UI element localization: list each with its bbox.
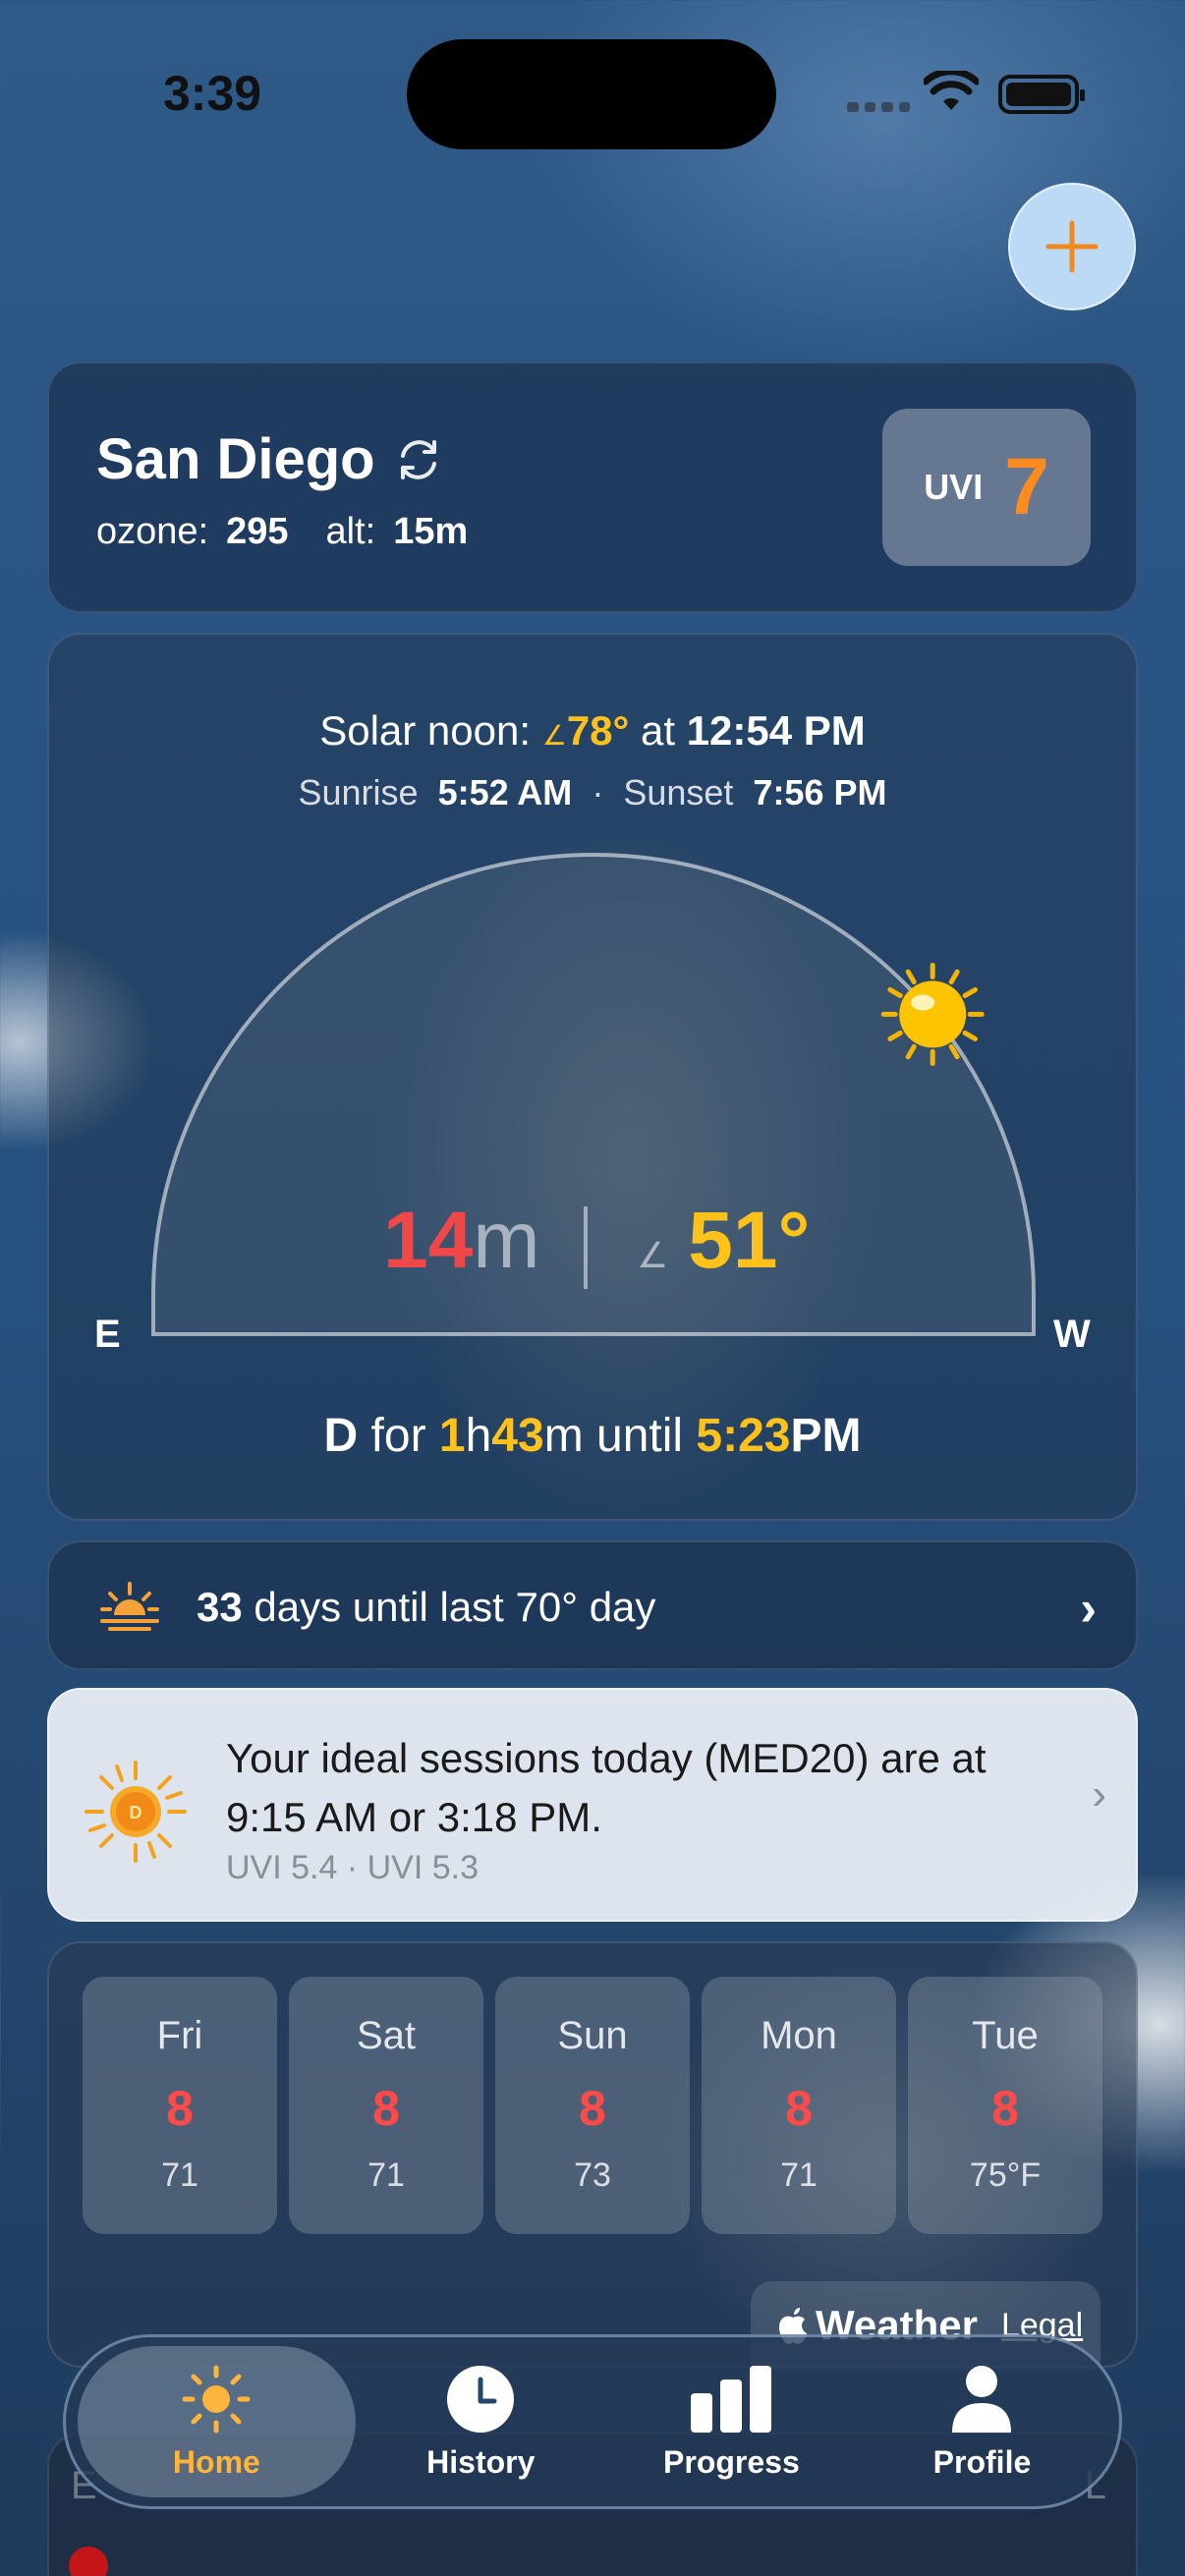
last-warm-day-text: 33 days until last 70° day bbox=[197, 1584, 655, 1631]
minutes-readout: 14m bbox=[383, 1195, 540, 1287]
west-label: W bbox=[1053, 1313, 1091, 1356]
forecast-day-name: Mon bbox=[761, 2014, 837, 2057]
status-dot bbox=[69, 2547, 108, 2576]
forecast-day-temp: 71 bbox=[780, 2156, 818, 2194]
bar-chart-icon bbox=[691, 2365, 772, 2433]
arc-path bbox=[151, 853, 1036, 1336]
session-title: Your ideal sessions today (MED20) are at… bbox=[226, 1735, 987, 1840]
forecast-day-name: Fri bbox=[156, 2014, 203, 2057]
plus-icon bbox=[1045, 220, 1099, 273]
forecast-day-uvi: 8 bbox=[579, 2081, 606, 2136]
forecast-day-name: Tue bbox=[972, 2014, 1039, 2057]
d-h: h bbox=[465, 1410, 492, 1462]
vitamin-d-line: D for 1h43m until 5:23PM bbox=[49, 1409, 1136, 1463]
tab-profile-label: Profile bbox=[932, 2443, 1032, 2480]
session-badge-letter: D bbox=[130, 1803, 142, 1822]
d-mins: 43 bbox=[491, 1410, 544, 1462]
uvi-value: 7 bbox=[1004, 442, 1049, 532]
forecast-day-name: Sat bbox=[356, 2014, 417, 2057]
days-count: 33 bbox=[197, 1584, 243, 1630]
forecast-day-temp: 71 bbox=[161, 2156, 198, 2194]
status-time: 3:39 bbox=[163, 66, 262, 121]
ideal-session-card[interactable]: D Your ideal sessions today (MED20) are … bbox=[47, 1688, 1138, 1922]
forecast-day-temp: 73 bbox=[574, 2156, 611, 2194]
tab-progress[interactable]: Progress bbox=[606, 2346, 857, 2497]
d-until-time: 5:23 bbox=[696, 1410, 791, 1462]
d-m-until: m until bbox=[543, 1410, 684, 1462]
forecast-day-name: Sun bbox=[557, 2014, 628, 2057]
uvi-badge[interactable]: UVI 7 bbox=[882, 409, 1091, 566]
minutes-value: 14 bbox=[383, 1196, 474, 1285]
alt-value: 15m bbox=[393, 511, 469, 552]
location-meta: ozone: 295 alt: 15m bbox=[96, 511, 505, 553]
angle-icon: ∠ bbox=[637, 1235, 669, 1275]
ozone-value: 295 bbox=[226, 511, 289, 552]
d-pm: PM bbox=[790, 1410, 862, 1462]
elevation-value: 51° bbox=[688, 1196, 811, 1285]
east-label: E bbox=[94, 1313, 121, 1356]
dynamic-island bbox=[407, 39, 776, 149]
person-icon bbox=[952, 2365, 1012, 2433]
tab-profile[interactable]: Profile bbox=[857, 2346, 1107, 2497]
forecast-day-fri[interactable]: Fri 8 71 bbox=[83, 1977, 277, 2234]
forecast-days: Fri 8 71 Sat 8 71 Sun 8 73 Mon 8 71 Tue 8 75°F bbox=[83, 1977, 1102, 2234]
chevron-right-icon: › bbox=[1092, 1770, 1106, 1819]
tab-home-label: Home bbox=[172, 2443, 260, 2480]
tab-bar: Home History Progress Profile bbox=[63, 2334, 1122, 2509]
battery-icon bbox=[998, 75, 1085, 114]
forecast-day-sat[interactable]: Sat 8 71 bbox=[289, 1977, 483, 2234]
d-hours: 1 bbox=[438, 1410, 466, 1462]
sun-arc bbox=[151, 853, 1036, 1336]
forecast-day-tue[interactable]: Tue 8 75°F bbox=[908, 1977, 1102, 2234]
tab-history[interactable]: History bbox=[356, 2346, 606, 2497]
wifi-icon bbox=[924, 71, 979, 110]
session-subtitle: UVI 5.4 · UVI 5.3 bbox=[226, 1849, 479, 1886]
forecast-day-uvi: 8 bbox=[166, 2081, 194, 2136]
forecast-day-temp: 71 bbox=[367, 2156, 405, 2194]
sun-path-card: Solar noon: ∠78° at 12:54 PM Sunrise 5:5… bbox=[47, 633, 1138, 1521]
tab-home[interactable]: Home bbox=[78, 2346, 356, 2497]
uvi-label: UVI bbox=[924, 467, 984, 507]
readout-divider bbox=[584, 1206, 588, 1289]
chevron-right-icon: › bbox=[1080, 1581, 1097, 1636]
forecast-day-uvi: 8 bbox=[785, 2081, 813, 2136]
forecast-day-uvi: 8 bbox=[991, 2081, 1019, 2136]
sunset-icon bbox=[100, 1582, 159, 1631]
clock-icon bbox=[447, 2365, 515, 2433]
tab-progress-label: Progress bbox=[663, 2443, 800, 2480]
forecast-card: Fri 8 71 Sat 8 71 Sun 8 73 Mon 8 71 Tue 8 75°F Weather… bbox=[47, 1941, 1138, 2370]
d-for: for bbox=[370, 1410, 426, 1462]
cellular-signal-icon bbox=[847, 102, 910, 114]
forecast-day-temp: 75°F bbox=[969, 2156, 1042, 2194]
sun-badge-icon: D bbox=[85, 1761, 187, 1863]
forecast-day-sun[interactable]: Sun 8 73 bbox=[495, 1977, 690, 2234]
refresh-icon[interactable] bbox=[393, 434, 444, 485]
minutes-unit: m bbox=[473, 1196, 540, 1285]
days-label: days until last 70° day bbox=[254, 1584, 656, 1630]
add-button[interactable] bbox=[1008, 183, 1136, 310]
forecast-day-uvi: 8 bbox=[372, 2081, 400, 2136]
city-name: San Diego bbox=[96, 427, 375, 491]
forecast-day-mon[interactable]: Mon 8 71 bbox=[702, 1977, 896, 2234]
alt-label: alt: bbox=[325, 511, 376, 552]
d-label: D bbox=[323, 1410, 359, 1462]
elevation-readout: ∠ 51° bbox=[637, 1195, 810, 1287]
location-card[interactable]: San Diego ozone: 295 alt: 15m UVI 7 bbox=[47, 362, 1138, 613]
tab-history-label: History bbox=[426, 2443, 536, 2480]
sun-icon bbox=[182, 2365, 251, 2433]
last-warm-day-row[interactable]: 33 days until last 70° day › bbox=[47, 1540, 1138, 1670]
city-header: San Diego bbox=[96, 426, 444, 492]
ozone-label: ozone: bbox=[96, 511, 209, 552]
